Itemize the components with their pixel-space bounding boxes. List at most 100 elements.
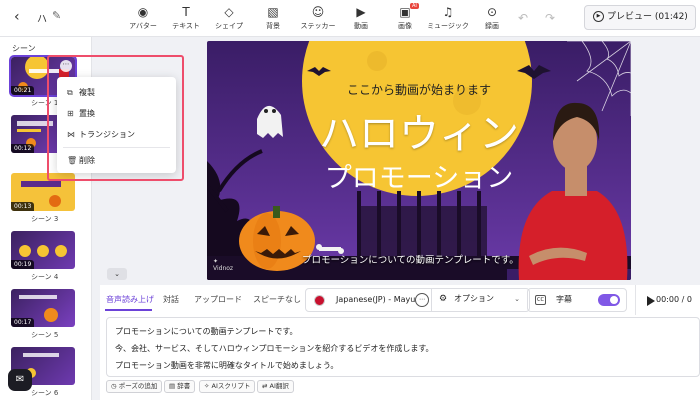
time-readout: 00:00 / 0 <box>656 295 692 304</box>
scene-label: シーン 1 <box>31 99 59 107</box>
scene-panel-title: シーン <box>12 44 36 53</box>
scene-context-menu: ⧉ 複製 ⊞ 置換 ⋈ トランジション 🗑 削除 <box>57 77 176 173</box>
scene-thumb-5[interactable]: 00:17 <box>11 289 75 327</box>
tool-label: 動画 <box>354 22 368 30</box>
scene-duration: 00:17 <box>11 318 35 327</box>
canvas-title-main[interactable]: ハロウィン <box>207 101 631 159</box>
chip-label: 辞書 <box>177 382 191 390</box>
tab-dialog[interactable]: 対話 <box>163 294 179 305</box>
text-icon: T <box>182 5 190 19</box>
tool-music[interactable]: ♫ ミュージック <box>426 4 470 31</box>
tool-record[interactable]: ⊙ 録画 <box>470 4 514 31</box>
menu-item-label: 置換 <box>79 109 95 118</box>
image-icon: ▣ <box>399 5 411 19</box>
dictionary-button[interactable]: ▤ 辞書 <box>164 380 196 393</box>
ai-script-button[interactable]: ✧ AIスクリプト <box>199 380 256 393</box>
canvas-title-sub[interactable]: プロモーション <box>207 156 631 195</box>
music-icon: ♫ <box>442 5 454 19</box>
scene-duration: 00:19 <box>11 260 35 269</box>
vidnoz-logo: ✦ Vidnoz <box>213 258 233 272</box>
menu-item-transition[interactable]: ⋈ トランジション <box>57 124 176 145</box>
video-icon: ▶ <box>356 5 366 19</box>
script-line: プロモーションについての動画テンプレートです。 <box>115 327 298 336</box>
menu-item-duplicate[interactable]: ⧉ 複製 <box>57 82 176 103</box>
copy-icon: ⧉ <box>67 88 73 97</box>
scene-label: シーン 3 <box>31 215 59 223</box>
background-icon: ▧ <box>267 5 279 19</box>
transition-icon: ⋈ <box>67 130 75 139</box>
translate-icon: ⇄ <box>262 382 270 390</box>
ai-translate-button[interactable]: ⇄ AI翻訳 <box>257 380 294 393</box>
menu-item-delete[interactable]: 🗑 削除 <box>57 150 176 171</box>
project-name[interactable]: ハ <box>37 10 47 25</box>
tool-text[interactable]: T テキスト <box>164 4 208 31</box>
scene-thumb-3[interactable]: 00:13 <box>11 173 75 211</box>
menu-item-label: 複製 <box>79 88 95 97</box>
tool-shapes[interactable]: ◇ シェイプ <box>207 4 251 31</box>
gear-icon: ⚙ <box>439 294 448 304</box>
logo-icon: ✦ <box>213 258 219 265</box>
tab-no-speech[interactable]: スピーチなし <box>253 294 301 305</box>
tool-sticker[interactable]: ☺ ステッカー <box>296 4 340 31</box>
play-icon: ▶ <box>593 11 604 22</box>
tool-label: アバター <box>129 22 157 30</box>
clock-icon: ◷ <box>111 382 119 390</box>
chip-label: ポーズの追加 <box>118 382 158 390</box>
audio-player: 00:00 / 0 <box>635 285 700 315</box>
option-dropdown[interactable]: ⚙ オプション ⌄ <box>431 288 526 312</box>
japan-flag-icon <box>314 295 325 306</box>
undo-icon[interactable]: ↶ <box>518 11 528 25</box>
tool-label: ミュージック <box>427 22 469 30</box>
scene-duration: 00:21 <box>11 86 35 95</box>
subtitle-toggle[interactable] <box>598 294 620 306</box>
canvas-caption[interactable]: プロモーションについての動画テンプレートです。 <box>302 252 519 266</box>
record-icon: ⊙ <box>486 5 498 19</box>
tool-label: 画像 <box>398 22 412 30</box>
script-editor: 音声読み上げ 対話 アップロード スピーチなし Japanese(JP) - M… <box>100 285 700 400</box>
chat-icon[interactable]: ✉ <box>8 369 32 391</box>
menu-item-replace[interactable]: ⊞ 置換 <box>57 103 176 124</box>
chevron-down-icon[interactable]: ⌄ <box>107 268 127 280</box>
chip-label: AIスクリプト <box>211 382 251 390</box>
play-icon[interactable] <box>647 296 655 306</box>
tool-label: テキスト <box>172 22 200 30</box>
chevron-down-icon: ⌄ <box>514 295 520 303</box>
tab-upload[interactable]: アップロード <box>194 294 242 305</box>
add-pause-button[interactable]: ◷ ポーズの追加 <box>106 380 163 393</box>
scene-label: シーン 5 <box>31 331 59 339</box>
script-textarea[interactable]: プロモーションについての動画テンプレートです。 今、会社、サービス、そしてハロウ… <box>106 317 700 377</box>
tool-background[interactable]: ▧ 背景 <box>251 4 295 31</box>
script-line: プロモーション動画を非常に明確なタイトルで始めましょう。 <box>115 361 339 370</box>
sticker-icon: ☺ <box>311 5 325 19</box>
scene-label: シーン 6 <box>31 389 59 397</box>
canvas-heading[interactable]: ここから動画が始まります <box>207 81 631 98</box>
replace-icon: ⊞ <box>67 109 74 118</box>
option-label: オプション <box>454 294 494 303</box>
tool-avatar[interactable]: ◉ アバター <box>121 4 165 31</box>
tool-label: 背景 <box>266 22 280 30</box>
voice-label: Japanese(JP) - Mayu <box>336 295 416 304</box>
menu-divider <box>63 147 170 148</box>
chevron-left-icon[interactable]: ‹ <box>14 9 20 25</box>
shapes-icon: ◇ <box>224 5 234 19</box>
logo-text: Vidnoz <box>213 265 234 272</box>
preview-button[interactable]: ▶ プレビュー (01:42) <box>584 5 696 30</box>
scene-label: シーン 4 <box>31 273 59 281</box>
tool-label: 録画 <box>485 22 499 30</box>
redo-icon[interactable]: ↷ <box>545 11 555 25</box>
tab-tts[interactable]: 音声読み上げ <box>106 294 154 305</box>
script-line: 今、会社、サービス、そしてハロウィンプロモーションを紹介するビデオを作成します。 <box>115 344 434 353</box>
more-icon[interactable]: ⋯ <box>415 293 429 307</box>
scene-thumb-4[interactable]: 00:19 <box>11 231 75 269</box>
chip-label: AI翻訳 <box>269 382 289 390</box>
more-icon[interactable]: ⋯ <box>60 60 72 72</box>
tool-video[interactable]: ▶ 動画 <box>339 4 383 31</box>
tool-image[interactable]: ▣ AI 画像 <box>383 3 427 31</box>
ai-badge: AI <box>410 3 419 9</box>
video-canvas[interactable]: ここから動画が始まります ハロウィン プロモーション プロモーションについての動… <box>207 41 631 280</box>
menu-item-label: 削除 <box>79 156 95 165</box>
person-icon: ◉ <box>137 5 149 19</box>
menu-item-label: トランジション <box>79 130 135 139</box>
pencil-icon[interactable]: ✎ <box>52 9 61 22</box>
preview-label: プレビュー (01:42) <box>607 12 688 22</box>
